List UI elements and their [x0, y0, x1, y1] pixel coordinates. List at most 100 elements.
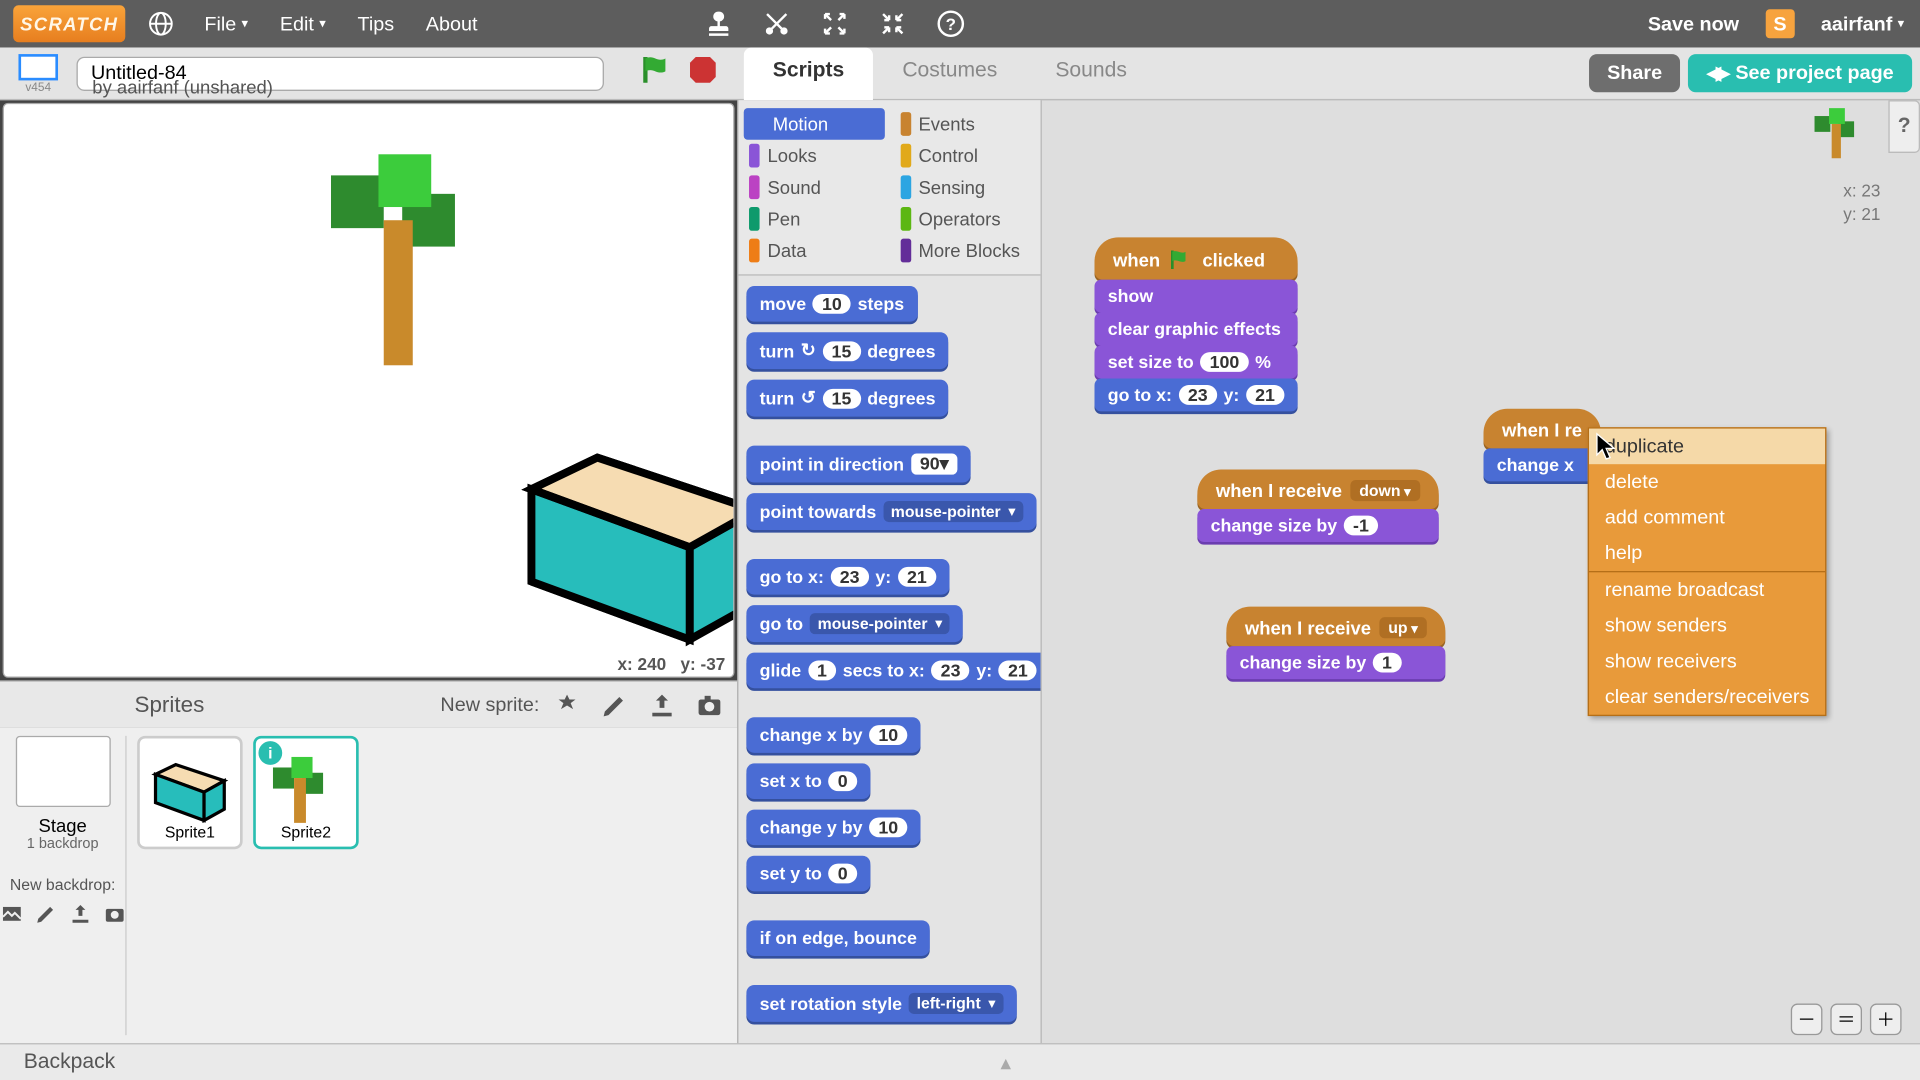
- current-sprite-thumb[interactable]: [1815, 108, 1860, 161]
- block-set-x[interactable]: set x to0: [746, 764, 870, 800]
- block-goto[interactable]: go tomouse-pointer: [746, 605, 963, 642]
- zoom-reset-button[interactable]: ＝: [1830, 1004, 1862, 1036]
- scripts-area[interactable]: ? x: 23 y: 21 whenclicked show clear gra…: [1042, 100, 1920, 1043]
- script-stack-flag[interactable]: whenclicked show clear graphic effects s…: [1095, 237, 1298, 411]
- choose-sprite-library-icon[interactable]: [553, 690, 582, 719]
- upload-backdrop-icon[interactable]: [68, 902, 92, 926]
- ctx-duplicate[interactable]: duplicate: [1589, 429, 1825, 465]
- menu-edit[interactable]: Edit▾: [264, 13, 342, 35]
- stop-button[interactable]: [686, 53, 720, 94]
- grow-icon[interactable]: [820, 9, 849, 38]
- hat-when-receive-down[interactable]: when I receivedown: [1197, 469, 1438, 509]
- tab-scripts[interactable]: Scripts: [744, 47, 874, 100]
- zoom-out-button[interactable]: －: [1791, 1004, 1823, 1036]
- block-change-y[interactable]: change y by10: [746, 810, 920, 846]
- stage-sprite-cube[interactable]: [518, 450, 734, 654]
- save-now-button[interactable]: Save now: [1632, 13, 1755, 35]
- tab-costumes[interactable]: Costumes: [873, 47, 1026, 100]
- help-icon[interactable]: ?: [936, 9, 965, 38]
- block-change-size-down[interactable]: change size by-1: [1197, 509, 1438, 542]
- ctx-clear-senders-receivers[interactable]: clear senders/receivers: [1589, 679, 1825, 715]
- zoom-in-button[interactable]: ＋: [1870, 1004, 1902, 1036]
- category-sound[interactable]: Sound: [738, 171, 889, 203]
- ctx-delete[interactable]: delete: [1589, 464, 1825, 500]
- backpack-expand-icon[interactable]: ▴: [1000, 1049, 1011, 1075]
- sprite-thumb-sprite1[interactable]: Sprite1: [137, 736, 242, 849]
- script-stack-partial[interactable]: when I re change x: [1484, 409, 1601, 482]
- block-set-y[interactable]: set y to0: [746, 856, 870, 892]
- menu-file-label: File: [204, 13, 236, 35]
- help-tab[interactable]: ?: [1888, 100, 1920, 153]
- category-pen[interactable]: Pen: [738, 203, 889, 235]
- block-set-size[interactable]: set size to100%: [1095, 345, 1298, 378]
- backdrop-count: 1 backdrop: [27, 836, 99, 852]
- camera-sprite-icon[interactable]: [695, 690, 724, 719]
- user-menu[interactable]: aairfanf▾: [1805, 13, 1920, 35]
- scratch-logo[interactable]: SCRATCH: [13, 5, 125, 42]
- palette-scroll[interactable]: move10steps turn ↻ 15degrees turn ↺ 15de…: [738, 276, 1040, 1043]
- block-turn-cw[interactable]: turn ↻ 15degrees: [746, 332, 948, 369]
- block-goto-xy-script[interactable]: go to x:23y:21: [1095, 378, 1298, 411]
- arrows-icon: ◀▶: [1707, 62, 1725, 84]
- block-bounce[interactable]: if on edge, bounce: [746, 920, 930, 956]
- share-button[interactable]: Share: [1589, 54, 1681, 92]
- choose-backdrop-library-icon[interactable]: [0, 902, 23, 926]
- category-sensing[interactable]: Sensing: [889, 171, 1040, 203]
- backpack-panel[interactable]: Backpack ▴: [0, 1043, 1920, 1080]
- stage[interactable]: x: 240 y: -37: [3, 103, 735, 678]
- backpack-label: Backpack: [24, 1050, 115, 1074]
- category-motion[interactable]: Motion: [744, 108, 884, 140]
- block-point-towards[interactable]: point towardsmouse-pointer: [746, 493, 1036, 530]
- block-rotation-style[interactable]: set rotation styleleft-right: [746, 985, 1016, 1022]
- paint-backdrop-icon[interactable]: [34, 902, 58, 926]
- shrink-icon[interactable]: [878, 9, 907, 38]
- see-project-page-button[interactable]: ◀▶ See project page: [1688, 54, 1912, 92]
- menu-tips[interactable]: Tips: [342, 13, 410, 35]
- view-mode-icon[interactable]: v454: [8, 47, 69, 100]
- category-control[interactable]: Control: [889, 140, 1040, 172]
- block-turn-ccw[interactable]: turn ↺ 15degrees: [746, 380, 948, 417]
- menu-file[interactable]: File▾: [189, 13, 264, 35]
- green-flag-button[interactable]: [638, 53, 672, 94]
- block-move-steps[interactable]: move10steps: [746, 286, 917, 322]
- project-byline: by aairfanf (unshared): [92, 76, 273, 97]
- hat-when-receive-partial[interactable]: when I re: [1484, 409, 1601, 449]
- camera-backdrop-icon[interactable]: [102, 902, 126, 926]
- category-more-blocks[interactable]: More Blocks: [889, 235, 1040, 267]
- block-change-x[interactable]: change x by10: [746, 717, 920, 753]
- hat-when-flag-clicked[interactable]: whenclicked: [1095, 237, 1298, 279]
- ctx-add-comment[interactable]: add comment: [1589, 500, 1825, 536]
- script-stack-up[interactable]: when I receiveup change size by1: [1226, 607, 1445, 680]
- sprite-thumb-sprite2[interactable]: i Sprite2: [253, 736, 358, 849]
- stamp-icon[interactable]: [704, 9, 733, 38]
- new-sprite-label: New sprite:: [440, 694, 539, 716]
- tab-sounds[interactable]: Sounds: [1026, 47, 1156, 100]
- ctx-show-senders[interactable]: show senders: [1589, 608, 1825, 644]
- block-clear-effects[interactable]: clear graphic effects: [1095, 313, 1298, 346]
- stage-thumbnail[interactable]: [15, 736, 110, 807]
- menu-about[interactable]: About: [410, 13, 493, 35]
- category-events[interactable]: Events: [889, 108, 1040, 140]
- user-avatar-icon[interactable]: S: [1765, 9, 1794, 38]
- upload-sprite-icon[interactable]: [647, 690, 676, 719]
- ctx-help[interactable]: help: [1589, 535, 1825, 571]
- sprite1-name: Sprite1: [165, 823, 215, 841]
- block-change-size-up[interactable]: change size by1: [1226, 646, 1445, 679]
- cut-icon[interactable]: [762, 9, 791, 38]
- block-point-direction[interactable]: point in direction90▾: [746, 446, 971, 483]
- script-stack-down[interactable]: when I receivedown change size by-1: [1197, 469, 1438, 542]
- block-goto-xy[interactable]: go to x:23y:21: [746, 559, 949, 595]
- category-data[interactable]: Data: [738, 235, 889, 267]
- category-looks[interactable]: Looks: [738, 140, 889, 172]
- hat-when-receive-up[interactable]: when I receiveup: [1226, 607, 1445, 647]
- block-glide[interactable]: glide1secs to x:23y:21: [746, 653, 1040, 689]
- ctx-show-receivers[interactable]: show receivers: [1589, 644, 1825, 680]
- menu-edit-label: Edit: [280, 13, 314, 35]
- block-change-x-partial[interactable]: change x: [1484, 448, 1601, 481]
- ctx-rename-broadcast[interactable]: rename broadcast: [1589, 572, 1825, 608]
- username-label: aairfanf: [1821, 13, 1892, 35]
- block-show[interactable]: show: [1095, 280, 1298, 313]
- language-icon[interactable]: [146, 9, 175, 38]
- paint-sprite-icon[interactable]: [600, 690, 629, 719]
- category-operators[interactable]: Operators: [889, 203, 1040, 235]
